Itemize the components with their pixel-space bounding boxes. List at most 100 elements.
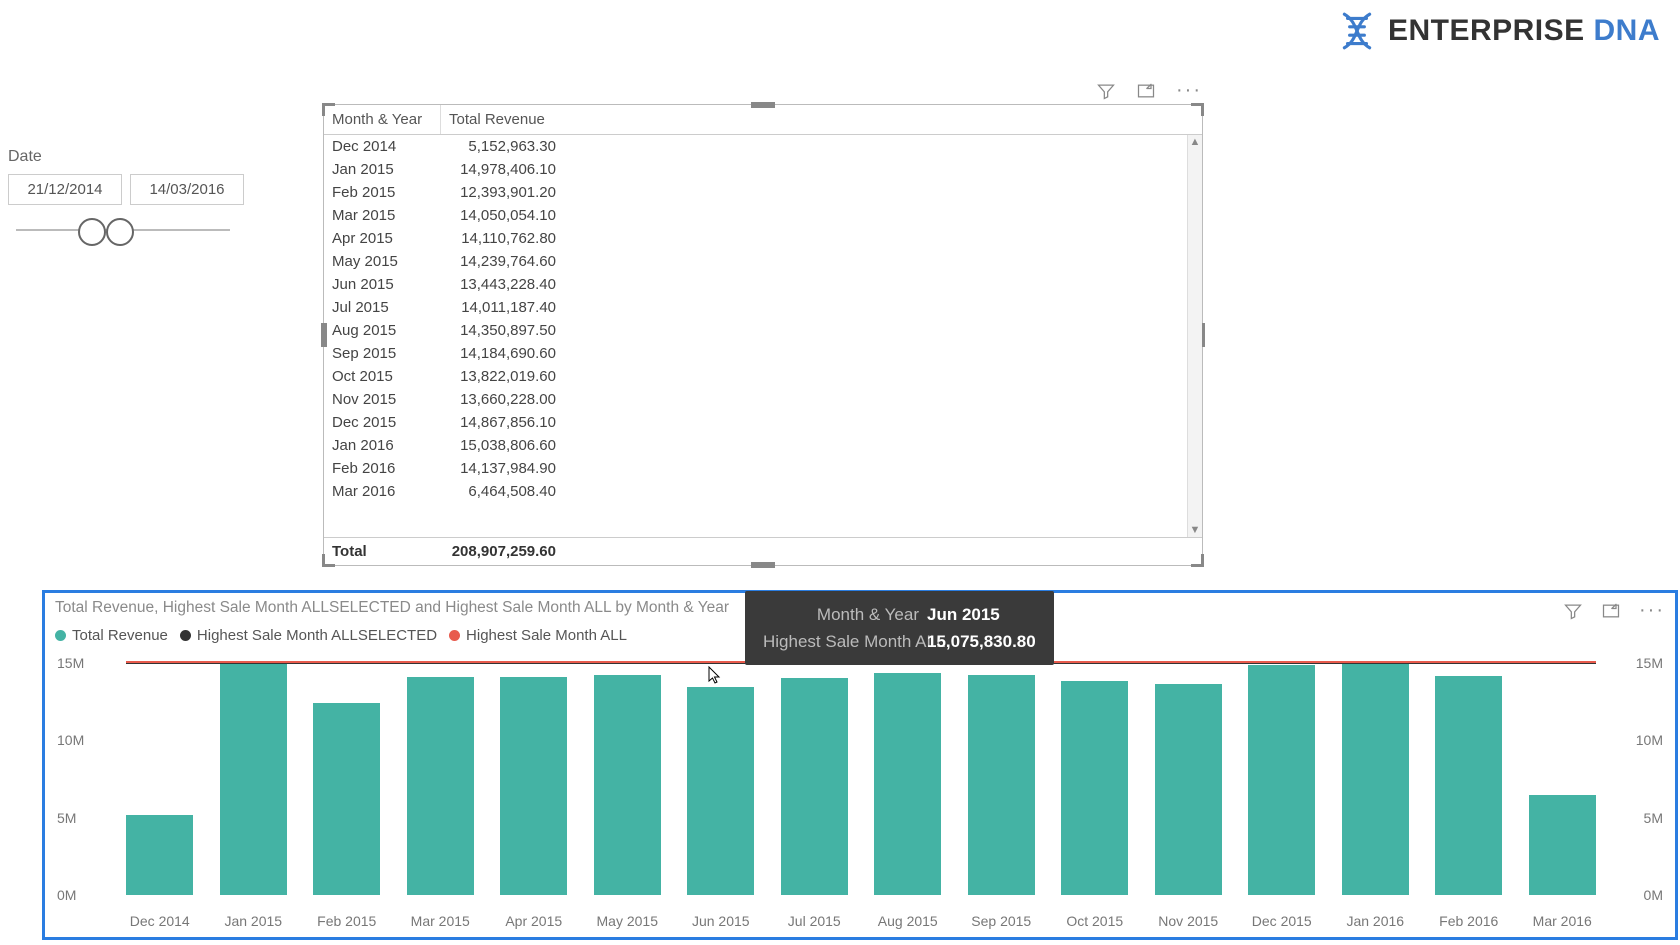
more-options-icon[interactable]: ··· — [1639, 599, 1665, 622]
chart-bar[interactable] — [500, 677, 567, 895]
table-row[interactable]: May 201514,239,764.60 — [324, 250, 1202, 273]
tooltip-value-1: Jun 2015 — [927, 605, 1000, 624]
table-row[interactable]: Jul 201514,011,187.40 — [324, 296, 1202, 319]
table-row[interactable]: Apr 201514,110,762.80 — [324, 227, 1202, 250]
cell-month: Jan 2016 — [324, 434, 440, 457]
cell-month: Mar 2015 — [324, 204, 440, 227]
brand-text: ENTERPRISE DNA — [1388, 14, 1660, 48]
table-row[interactable]: Jan 201514,978,406.10 — [324, 158, 1202, 181]
y-tick-label: 5M — [1615, 810, 1663, 826]
filter-icon[interactable] — [1096, 81, 1116, 101]
cell-revenue: 13,443,228.40 — [440, 273, 564, 296]
chart-bar[interactable] — [1248, 665, 1315, 895]
more-options-icon[interactable]: ··· — [1176, 79, 1202, 102]
table-row[interactable]: Feb 201614,137,984.90 — [324, 457, 1202, 480]
chart-plot-area[interactable] — [113, 655, 1609, 895]
y-tick-label: 0M — [57, 887, 105, 903]
table-scrollbar[interactable]: ▲ ▼ — [1187, 135, 1202, 537]
x-tick-label: Oct 2015 — [1066, 913, 1123, 929]
table-row[interactable]: Sep 201514,184,690.60 — [324, 342, 1202, 365]
chart-legend: Total Revenue Highest Sale Month ALLSELEC… — [55, 627, 627, 644]
total-label: Total — [324, 538, 440, 565]
focus-mode-icon[interactable] — [1601, 601, 1621, 621]
table-header: Month & Year Total Revenue — [324, 105, 1202, 135]
table-row[interactable]: Dec 20145,152,963.30 — [324, 135, 1202, 158]
cell-revenue: 13,822,019.60 — [440, 365, 564, 388]
chart-bar[interactable] — [407, 677, 474, 895]
chart-bar[interactable] — [781, 678, 848, 895]
chart-bar[interactable] — [1529, 795, 1596, 895]
chart-bar[interactable] — [220, 663, 287, 895]
cell-revenue: 14,184,690.60 — [440, 342, 564, 365]
slicer-from-input[interactable]: 21/12/2014 — [8, 174, 122, 205]
date-slicer[interactable]: Date 21/12/2014 14/03/2016 — [8, 148, 238, 245]
y-tick-label: 15M — [1615, 655, 1663, 671]
cell-revenue: 14,110,762.80 — [440, 227, 564, 250]
table-visual[interactable]: ··· Month & Year Total Revenue Dec 20145… — [323, 104, 1203, 566]
brand-name-2: DNA — [1594, 14, 1661, 47]
chart-bar[interactable] — [594, 675, 661, 895]
cell-revenue: 14,350,897.50 — [440, 319, 564, 342]
table-body: Dec 20145,152,963.30Jan 201514,978,406.1… — [324, 135, 1202, 537]
legend-item[interactable]: Highest Sale Month ALLSELECTED — [180, 627, 437, 644]
legend-label: Total Revenue — [72, 627, 168, 644]
chart-bar[interactable] — [1061, 681, 1128, 895]
slicer-handle-end[interactable] — [106, 218, 134, 246]
chart-bar[interactable] — [313, 703, 380, 895]
x-tick-label: Feb 2015 — [317, 913, 376, 929]
scroll-down-icon[interactable]: ▼ — [1188, 523, 1202, 537]
table-row[interactable]: Mar 201514,050,054.10 — [324, 204, 1202, 227]
filter-icon[interactable] — [1563, 601, 1583, 621]
chart-bar[interactable] — [874, 673, 941, 895]
y-tick-label: 0M — [1615, 887, 1663, 903]
table-row[interactable]: Jan 201615,038,806.60 — [324, 434, 1202, 457]
x-tick-label: Sep 2015 — [971, 913, 1031, 929]
chart-visual[interactable]: Total Revenue, Highest Sale Month ALLSEL… — [42, 590, 1678, 940]
focus-mode-icon[interactable] — [1136, 81, 1156, 101]
x-tick-label: Aug 2015 — [878, 913, 938, 929]
x-tick-label: Mar 2016 — [1533, 913, 1592, 929]
x-axis: Dec 2014Jan 2015Feb 2015Mar 2015Apr 2015… — [113, 909, 1609, 929]
table-row[interactable]: Oct 201513,822,019.60 — [324, 365, 1202, 388]
cell-revenue: 14,050,054.10 — [440, 204, 564, 227]
cell-month: Mar 2016 — [324, 480, 440, 498]
col-total-revenue[interactable]: Total Revenue — [441, 105, 565, 134]
chart-bar[interactable] — [687, 687, 754, 895]
slicer-to-input[interactable]: 14/03/2016 — [130, 174, 244, 205]
legend-item[interactable]: Highest Sale Month ALL — [449, 627, 627, 644]
dna-icon — [1336, 10, 1378, 52]
chart-bar[interactable] — [968, 675, 1035, 895]
cell-month: Jul 2015 — [324, 296, 440, 319]
table-row[interactable]: Jun 201513,443,228.40 — [324, 273, 1202, 296]
col-month-year[interactable]: Month & Year — [324, 105, 441, 134]
table-row[interactable]: Feb 201512,393,901.20 — [324, 181, 1202, 204]
legend-item[interactable]: Total Revenue — [55, 627, 168, 644]
table-row[interactable]: Mar 20166,464,508.40 — [324, 480, 1202, 498]
table-total-row: Total 208,907,259.60 — [324, 537, 1202, 565]
x-tick-label: Mar 2015 — [411, 913, 470, 929]
tooltip-label-2: Highest Sale Month ALL — [763, 628, 919, 655]
slicer-range-track[interactable] — [16, 215, 230, 245]
y-tick-label: 10M — [1615, 732, 1663, 748]
cell-month: Oct 2015 — [324, 365, 440, 388]
chart-bar[interactable] — [126, 815, 193, 895]
tooltip-value-2: 15,075,830.80 — [927, 632, 1036, 651]
y-tick-label: 10M — [57, 732, 105, 748]
x-tick-label: Jun 2015 — [692, 913, 750, 929]
x-tick-label: Jan 2015 — [224, 913, 282, 929]
total-value: 208,907,259.60 — [440, 538, 564, 565]
table-row[interactable]: Aug 201514,350,897.50 — [324, 319, 1202, 342]
cell-month: Aug 2015 — [324, 319, 440, 342]
legend-label: Highest Sale Month ALLSELECTED — [197, 627, 437, 644]
chart-bar[interactable] — [1342, 662, 1409, 895]
cell-month: Jun 2015 — [324, 273, 440, 296]
chart-bar[interactable] — [1435, 676, 1502, 895]
slicer-handle-start[interactable] — [78, 218, 106, 246]
y-axis-left: 0M5M10M15M — [57, 655, 105, 895]
x-tick-label: Apr 2015 — [505, 913, 562, 929]
table-row[interactable]: Nov 201513,660,228.00 — [324, 388, 1202, 411]
table-row[interactable]: Dec 201514,867,856.10 — [324, 411, 1202, 434]
chart-bar[interactable] — [1155, 684, 1222, 896]
brand-name-1: ENTERPRISE — [1388, 14, 1585, 47]
scroll-up-icon[interactable]: ▲ — [1188, 135, 1202, 149]
